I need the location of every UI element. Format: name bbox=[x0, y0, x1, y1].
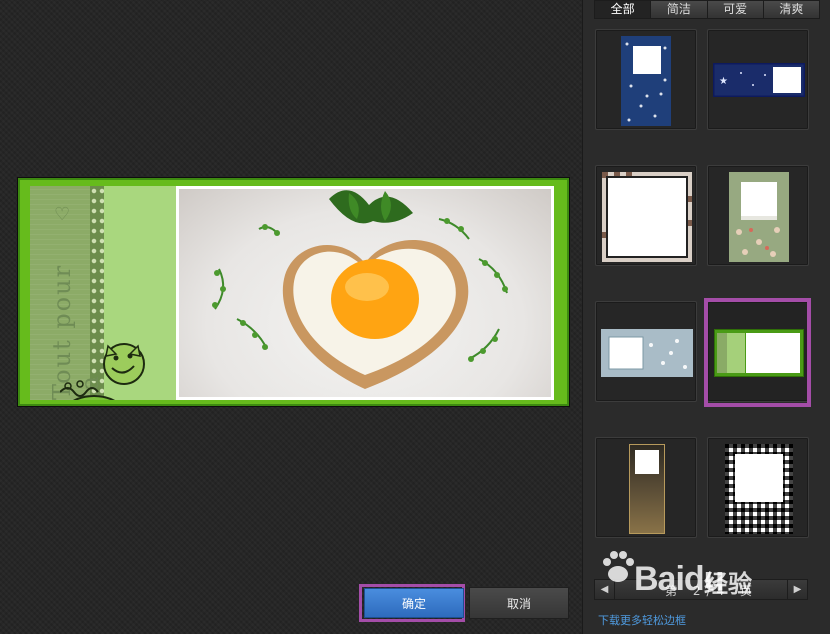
thumbnail-navy-stars-strip-frame[interactable]: ★ bbox=[707, 29, 809, 130]
navy-hearts-frame-preview bbox=[621, 36, 671, 126]
frame-preview: ♡ Tout pour la bbox=[18, 178, 569, 406]
thumbnail-navy-hearts-frame[interactable] bbox=[595, 29, 697, 130]
selected-thumbnail-highlight bbox=[704, 298, 811, 407]
bronze-vertical-frame-preview bbox=[629, 444, 665, 534]
left-arrow-icon[interactable]: ◀ bbox=[595, 580, 615, 599]
tab-simple[interactable]: 简洁 bbox=[651, 0, 708, 19]
tab-cute[interactable]: 可爱 bbox=[707, 0, 764, 19]
heart-icon: ♡ bbox=[54, 204, 71, 225]
tab-fresh[interactable]: 清爽 bbox=[763, 0, 820, 19]
navy-stars-strip-preview: ★ bbox=[713, 63, 805, 97]
black-gingham-frame-preview bbox=[725, 444, 793, 534]
brown-tile-frame-preview bbox=[602, 172, 692, 262]
preview-pane: ♡ Tout pour la 确定 取消 bbox=[0, 0, 582, 634]
photo-area bbox=[176, 186, 554, 400]
tab-all[interactable]: 全部 bbox=[594, 0, 652, 19]
thumbnail-snowman-strip-frame[interactable] bbox=[595, 301, 697, 402]
cancel-button[interactable]: 取消 bbox=[469, 587, 569, 619]
page-navigation: ◀ 第 2/4 页 ▶ bbox=[594, 579, 808, 600]
frame-decor-left: ♡ Tout pour la bbox=[30, 186, 180, 400]
category-tabs: 全部 简洁 可爱 清爽 bbox=[594, 0, 820, 19]
heart-egg-illustration bbox=[212, 190, 508, 389]
frog-illustration bbox=[60, 343, 145, 400]
ok-button[interactable]: 确定 bbox=[364, 588, 464, 618]
snowman-strip-preview bbox=[601, 329, 693, 377]
thumbnail-black-gingham-frame[interactable] bbox=[707, 437, 809, 538]
green-floral-frame-preview bbox=[729, 172, 789, 262]
download-more-frames-link[interactable]: 下载更多轻松边框 bbox=[598, 612, 686, 628]
right-arrow-icon[interactable]: ▶ bbox=[787, 580, 807, 599]
thumbnail-brown-tile-frame[interactable] bbox=[595, 165, 697, 266]
thumbnail-bronze-vertical-frame[interactable] bbox=[595, 437, 697, 538]
photo-image bbox=[179, 189, 551, 397]
page-indicator: 第 2/4 页 bbox=[665, 584, 758, 598]
thumbnail-green-floral-frame[interactable] bbox=[707, 165, 809, 266]
svg-text:★: ★ bbox=[719, 76, 728, 87]
